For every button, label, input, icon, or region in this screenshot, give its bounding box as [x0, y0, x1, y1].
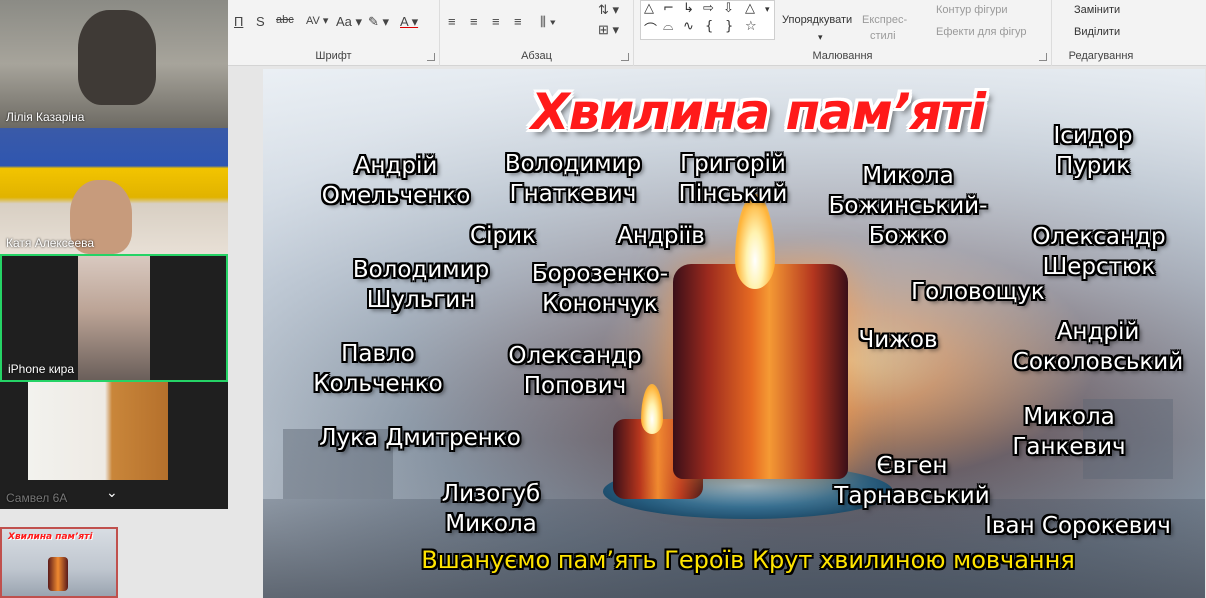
shape-effects-button[interactable]: Ефекти для фігур — [936, 26, 1027, 38]
thumbnail-title: Хвилина пам’яті — [8, 532, 93, 542]
font-color-button[interactable]: A ▾ — [400, 14, 418, 30]
name-label: Володимир Гнаткевич — [504, 151, 642, 207]
name-label: Іван Сорокевич — [985, 513, 1171, 539]
elbow-connector-icon[interactable]: ⌐ — [663, 1, 674, 16]
name-label: Чижов — [858, 327, 938, 353]
participant-video — [78, 256, 150, 380]
shadow-text-button[interactable]: S — [256, 14, 265, 29]
large-candle-image — [673, 264, 848, 479]
right-brace-icon[interactable]: } — [725, 19, 733, 34]
name-label: Лука Дмитренко — [319, 425, 521, 451]
font-group: П S abc AV ▾ Aa ▾ ✎ ▾ A ▾ Шрифт — [228, 0, 440, 66]
font-dialog-launcher-icon[interactable] — [427, 53, 435, 61]
highlight-icon[interactable]: ✎ ▾ — [368, 14, 389, 30]
font-group-label: Шрифт — [315, 50, 352, 62]
strikethrough-button[interactable]: abc — [276, 14, 294, 26]
thumbnail-candle-icon — [48, 557, 68, 591]
name-label: Ісидор Пурик — [1053, 123, 1133, 179]
slide-footer-text: Вшануємо пам’ять Героїв Крут хвилиною мо… — [421, 546, 1075, 574]
down-arrow-shape-icon[interactable]: ⇩ — [723, 1, 734, 16]
chevron-down-icon[interactable]: ⌄ — [106, 485, 118, 501]
participant-name: iPhone кира — [8, 362, 74, 376]
name-label: Павло Кольченко — [313, 341, 443, 397]
participant-name: Лілія Казаріна — [6, 110, 85, 124]
editing-group: Замінити Виділити Редагування — [1052, 0, 1150, 66]
paragraph-dialog-launcher-icon[interactable] — [621, 53, 629, 61]
curve-left-icon[interactable]: ⌒ — [644, 19, 657, 38]
participant-tile[interactable]: Катя Алексеева — [0, 128, 228, 254]
name-label: Лизогуб Микола — [441, 481, 541, 537]
slide-title: Хвилина пам’яті — [531, 83, 986, 141]
participant-tile-active[interactable]: iPhone кира — [0, 254, 228, 382]
participant-video — [78, 10, 156, 105]
name-label: Євген Тарнавський — [834, 453, 990, 509]
right-arrow-shape-icon[interactable]: ⇨ — [703, 1, 714, 16]
triangle-shape-icon[interactable]: △ — [644, 1, 654, 16]
underline-button[interactable]: П — [234, 14, 243, 29]
arrange-button[interactable]: Упорядкувати — [782, 14, 852, 26]
bent-arrow-icon[interactable]: ↳ — [683, 1, 694, 16]
name-label: Андрій Омельченко — [321, 153, 471, 209]
align-center-icon[interactable]: ≡ — [470, 14, 478, 29]
arrange-chevron-down-icon[interactable]: ▾ — [818, 32, 823, 43]
select-button[interactable]: Виділити — [1074, 26, 1120, 38]
name-label: Андріїв — [617, 223, 705, 249]
participant-name: Катя Алексеева — [6, 236, 95, 250]
paragraph-group: ≡ ≡ ≡ ≡ ⫼ ▾ ⇅ ▾ ⊞ ▾ Абзац — [440, 0, 634, 66]
drawing-dialog-launcher-icon[interactable] — [1039, 53, 1047, 61]
name-label: Борозенко- Конончук — [531, 261, 669, 317]
name-label: Андрій Соколовський — [1012, 319, 1184, 375]
quick-styles-line2: стилі — [870, 30, 896, 42]
name-label: Олександр Шерстюк — [1032, 224, 1166, 280]
character-spacing-button[interactable]: AV ▾ — [306, 14, 328, 27]
participant-tile[interactable]: Лілія Казаріна — [0, 0, 228, 128]
align-right-icon[interactable]: ≡ — [492, 14, 500, 29]
shape-outline-button[interactable]: Контур фігури — [936, 4, 1007, 16]
name-label: Григорій Пінський — [678, 151, 788, 207]
name-label: Головощук — [911, 279, 1045, 305]
curve-icon[interactable]: ⌓ — [663, 19, 673, 34]
triangle-small-icon[interactable]: △ — [745, 1, 755, 16]
align-text-icon[interactable]: ⊞ ▾ — [598, 22, 619, 38]
replace-button[interactable]: Замінити — [1074, 4, 1120, 16]
change-case-button[interactable]: Aa ▾ — [336, 14, 362, 30]
participant-name: Самвел 6А — [6, 491, 68, 505]
star-shape-icon[interactable]: ☆ — [745, 19, 757, 34]
quick-styles-button[interactable]: Експрес- — [862, 14, 907, 26]
participant-video — [28, 382, 168, 480]
name-label: Микола Ганкевич — [1012, 404, 1126, 460]
text-direction-icon[interactable]: ⇅ ▾ — [598, 2, 619, 18]
name-label: Сірик — [470, 223, 536, 249]
paragraph-group-label: Абзац — [521, 50, 552, 62]
align-left-icon[interactable]: ≡ — [448, 14, 456, 29]
justify-icon[interactable]: ≡ — [514, 14, 522, 29]
participant-tile[interactable]: Самвел 6А ⌄ — [0, 382, 228, 509]
freeform-icon[interactable]: ∿ — [683, 19, 694, 34]
drawing-group-label: Малювання — [812, 50, 873, 62]
editing-group-label: Редагування — [1068, 50, 1134, 62]
left-brace-icon[interactable]: { — [705, 19, 713, 34]
name-label: Микола Божинський- Божко — [828, 163, 988, 249]
gallery-scroll-icon[interactable]: ▾ — [765, 5, 770, 15]
video-panel: Лілія Казаріна Катя Алексеева iPhone кир… — [0, 0, 228, 509]
columns-icon[interactable]: ⫼ ▾ — [540, 14, 556, 30]
name-label: Володимир Шульгин — [352, 257, 490, 313]
shapes-gallery[interactable]: △ ⌐ ↳ ⇨ ⇩ △ ⌒ ⌓ ∿ { } ☆ ▾ — [640, 0, 775, 40]
name-label: Олександр Попович — [508, 343, 642, 399]
slide-canvas[interactable]: Хвилина пам’яті Андрій Омельченко Володи… — [263, 69, 1205, 598]
slide-thumbnail[interactable]: Хвилина пам’яті — [0, 527, 118, 598]
